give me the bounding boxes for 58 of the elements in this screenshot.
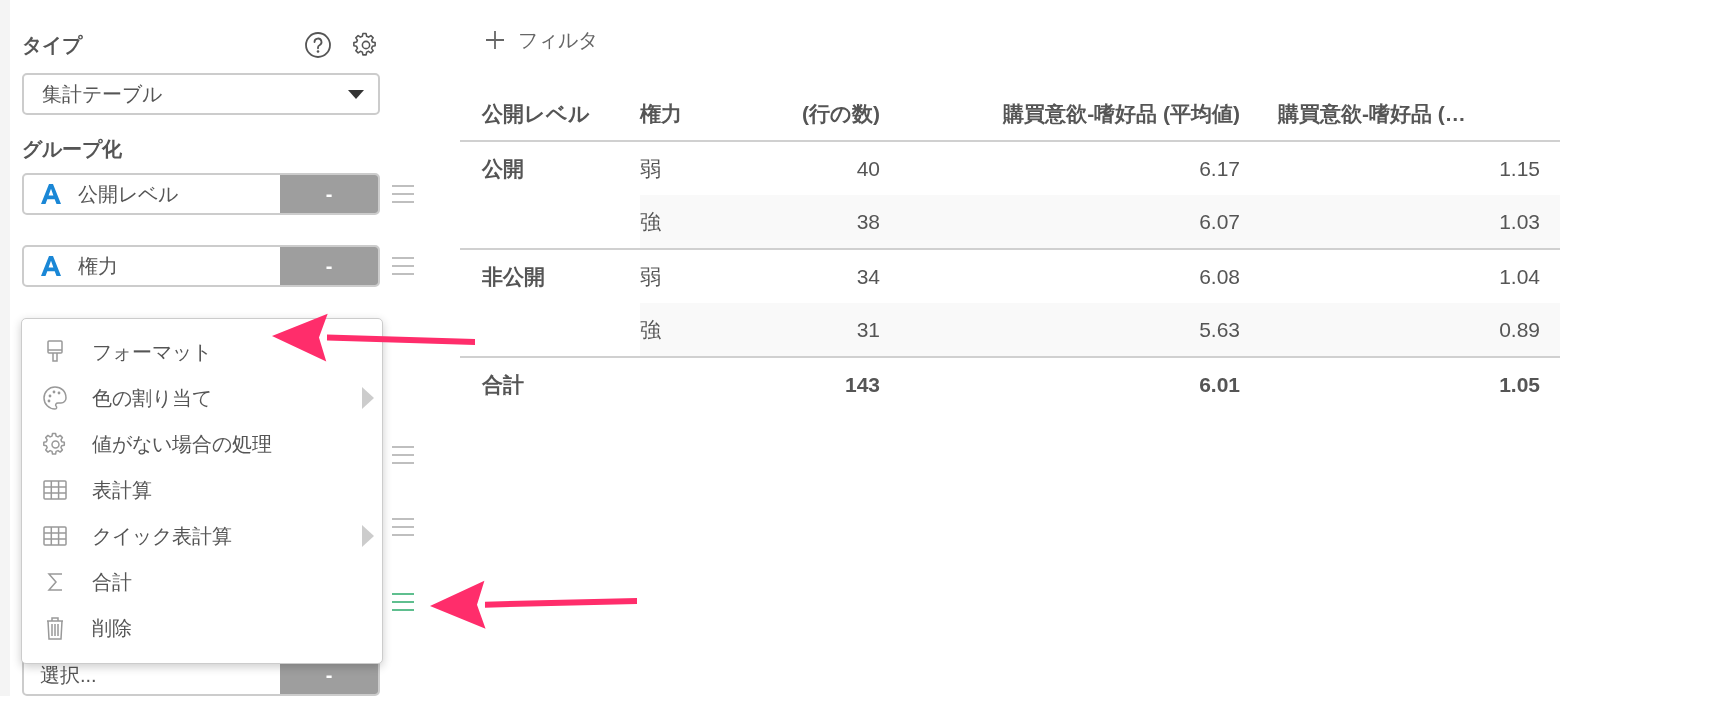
settings-icon bbox=[42, 431, 68, 457]
column-header[interactable]: 公開レベル bbox=[460, 88, 640, 141]
table-cell: 6.08 bbox=[1199, 264, 1240, 288]
section-title: タイプ bbox=[22, 35, 82, 55]
column-header[interactable]: 購買意欲-嗜好品 (平均値) bbox=[900, 88, 1260, 141]
dropdown-caret-icon bbox=[348, 89, 364, 99]
table-cell: 公開 bbox=[482, 156, 524, 180]
add-filter-button[interactable]: フィルタ bbox=[486, 22, 598, 58]
type-select[interactable]: 集計テーブル bbox=[22, 73, 380, 115]
help-icon[interactable] bbox=[304, 31, 332, 59]
table-cell: 6.17 bbox=[1199, 156, 1240, 180]
drag-handle-icon[interactable] bbox=[392, 446, 414, 464]
table-icon bbox=[42, 523, 68, 549]
drag-handle-icon[interactable] bbox=[392, 185, 414, 203]
menu-item[interactable]: 合計 bbox=[22, 559, 382, 605]
table-cell: 1.04 bbox=[1499, 264, 1540, 288]
table-cell: 1.03 bbox=[1499, 209, 1540, 233]
plus-icon bbox=[486, 31, 504, 49]
field-pill[interactable]: 公開レベル - bbox=[22, 173, 380, 215]
table-cell: 38 bbox=[856, 209, 880, 233]
menu-item[interactable]: フォーマット bbox=[22, 329, 382, 375]
table-cell: 合計 bbox=[482, 372, 524, 396]
table-icon bbox=[42, 477, 68, 503]
table-cell: 強 bbox=[640, 317, 661, 341]
table-cell: 40 bbox=[856, 156, 880, 180]
table-cell: 5.63 bbox=[1199, 317, 1240, 341]
table-cell: 1.15 bbox=[1499, 156, 1540, 180]
text-type-icon bbox=[40, 255, 62, 277]
field-pill[interactable]: 権力 - bbox=[22, 245, 380, 287]
table-cell: 143 bbox=[844, 372, 880, 396]
table-cell: 0.89 bbox=[1499, 317, 1540, 341]
text-type-icon bbox=[40, 183, 62, 205]
drag-handle-icon[interactable] bbox=[392, 257, 414, 275]
column-header[interactable]: 権力 bbox=[640, 88, 760, 141]
table-cell: 弱 bbox=[640, 264, 661, 288]
column-header[interactable]: 購買意欲-嗜好品 (… bbox=[1260, 88, 1560, 141]
table-cell: 弱 bbox=[640, 156, 661, 180]
palette-icon bbox=[42, 385, 68, 411]
table-cell: 31 bbox=[856, 317, 880, 341]
drag-handle-icon[interactable] bbox=[392, 518, 414, 536]
menu-item[interactable]: 表計算 bbox=[22, 467, 382, 513]
column-header[interactable]: (行の数) bbox=[760, 88, 900, 141]
drag-handle-icon[interactable] bbox=[392, 593, 414, 611]
table-cell: 6.07 bbox=[1199, 209, 1240, 233]
table-cell: 6.01 bbox=[1199, 372, 1240, 396]
table-cell: 1.05 bbox=[1499, 372, 1540, 396]
table-cell: 非公開 bbox=[482, 264, 545, 288]
menu-item[interactable]: 値がない場合の処理 bbox=[22, 421, 382, 467]
select-value: 集計テーブル bbox=[42, 82, 163, 107]
placeholder-text: 選択... bbox=[40, 663, 97, 688]
section-title: グループ化 bbox=[22, 139, 123, 159]
menu-item[interactable]: 色の割り当て bbox=[22, 375, 382, 421]
field-label: 公開レベル bbox=[78, 182, 178, 207]
table-cell: 強 bbox=[640, 209, 661, 233]
menu-item[interactable]: クイック表計算 bbox=[22, 513, 382, 559]
table-cell: 34 bbox=[856, 264, 880, 288]
menu-item[interactable]: 削除 bbox=[22, 605, 382, 651]
field-label: 権力 bbox=[78, 254, 118, 279]
